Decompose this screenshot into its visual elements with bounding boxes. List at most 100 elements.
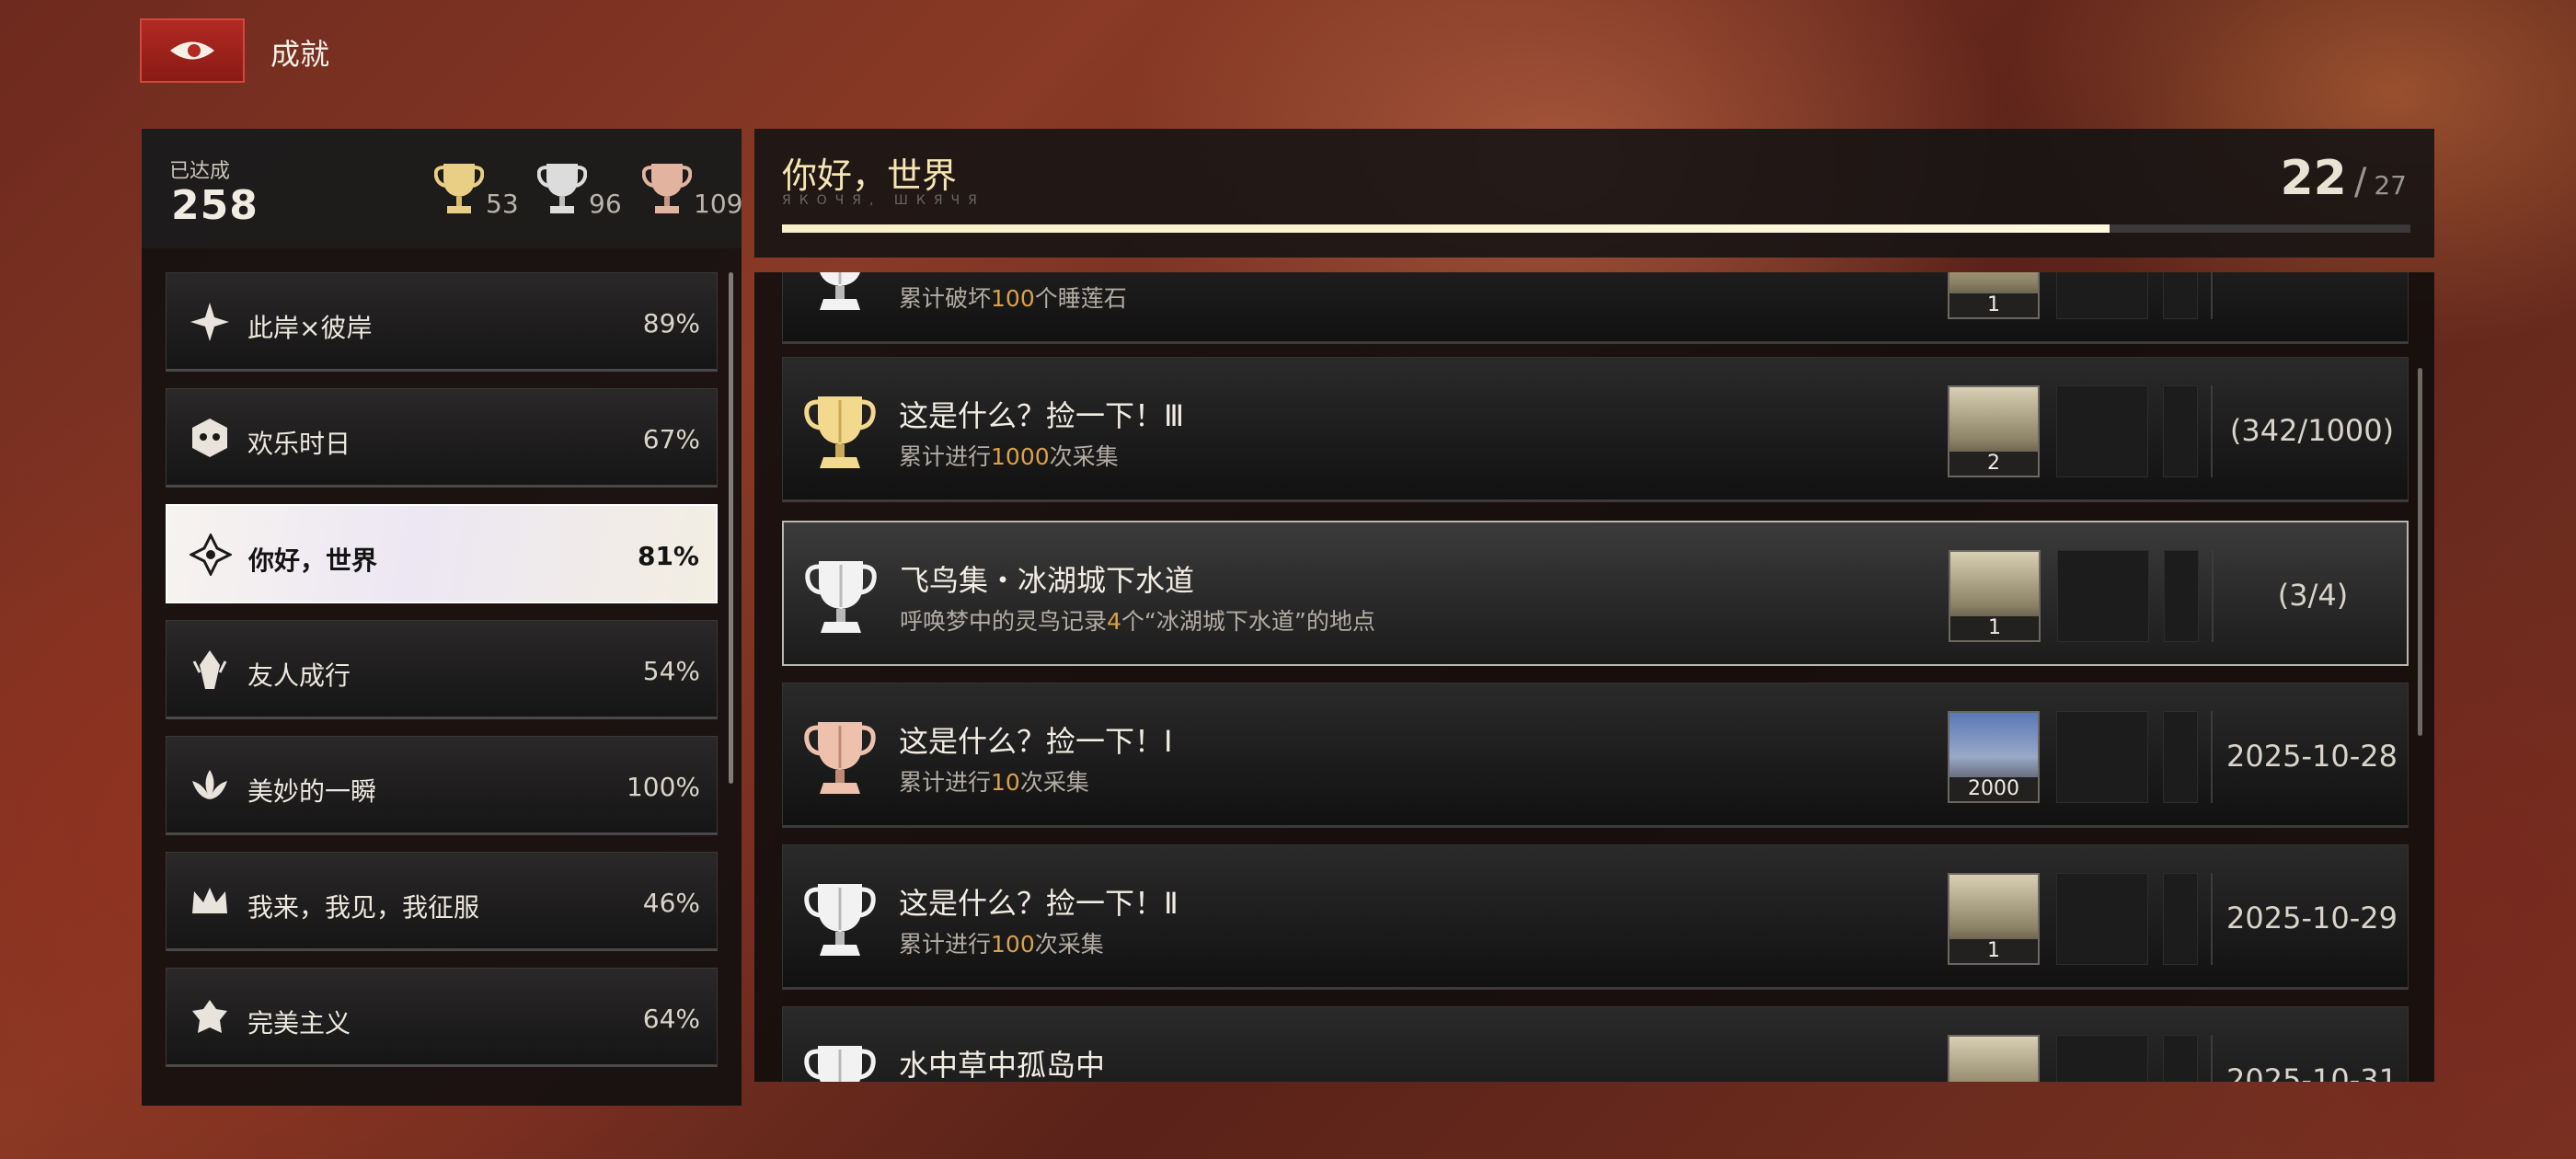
divider: [2211, 385, 2213, 477]
silver-trophy-icon: [804, 884, 876, 956]
category-label: 友人成行: [247, 660, 351, 691]
bronze-count: 109: [694, 189, 743, 219]
completion-date: 2025-10-31: [2226, 1062, 2398, 1082]
silver-trophy-icon: [820, 272, 860, 310]
achievement-title: 这是什么？捡一下！Ⅱ: [899, 886, 1179, 921]
achievement-scrollbar[interactable]: [2418, 368, 2422, 736]
achievement-row[interactable]: 这是什么？捡一下！Ⅱ 累计进行100次采集 1 2025-10-29: [782, 844, 2409, 990]
empty-reward-slot: [2056, 711, 2148, 803]
divider: [2212, 550, 2214, 642]
category-label: 完美主义: [247, 1008, 351, 1039]
achievement-row[interactable]: 水中草中孤岛中 2025-10-31: [782, 1006, 2409, 1082]
silver-trophy-icon: [805, 561, 877, 633]
empty-reward-slot: [2056, 1035, 2148, 1082]
category-percent: 100%: [626, 772, 700, 802]
achievement-row[interactable]: 这是什么？捡一下！Ⅰ 累计进行10次采集 2000 2025-10-28: [782, 683, 2409, 828]
reward-item[interactable]: 1: [1948, 272, 2040, 319]
divider: [2211, 873, 2213, 965]
category-label: 我来，我见，我征服: [247, 892, 480, 923]
reward-item[interactable]: 1: [1948, 873, 2040, 965]
summary-label: 已达成: [169, 160, 231, 183]
category-item[interactable]: 完美主义 64%: [166, 968, 718, 1067]
count-separator: /: [2353, 161, 2367, 203]
empty-reward-slot: [2056, 385, 2148, 477]
empty-reward-slot: [2163, 272, 2198, 319]
achievement-desc: 累计破坏100个睡莲石: [899, 285, 1127, 312]
category-subtitle: ЯКОЧЯ, ШКЯЧЯ: [782, 193, 985, 208]
achievement-title: 这是什么？捡一下！Ⅲ: [899, 398, 1185, 433]
category-percent: 89%: [642, 308, 700, 339]
reward-item[interactable]: [1948, 1035, 2040, 1082]
divider: [2211, 272, 2213, 319]
silver-count: 96: [589, 189, 622, 219]
category-item[interactable]: 此岸×彼岸 89%: [166, 272, 718, 372]
bronze-trophy-icon: [804, 722, 876, 794]
completion-count: 22 / 27: [2281, 151, 2408, 206]
divider: [2211, 711, 2213, 803]
empty-reward-slot: [2163, 873, 2198, 965]
category-label: 你好，世界: [248, 545, 378, 576]
reward-quantity: 2: [1949, 452, 2038, 476]
emblem-icon: [187, 994, 233, 1040]
achievement-row[interactable]: 累计破坏100个睡莲石 1: [782, 272, 2409, 344]
category-item[interactable]: 我来，我见，我征服 46%: [166, 852, 718, 951]
reward-item[interactable]: 2: [1948, 385, 2040, 477]
achievement-title: 这是什么？捡一下！Ⅰ: [899, 724, 1173, 759]
achievement-desc: 累计进行10次采集: [899, 769, 1089, 796]
mask-icon: [187, 415, 233, 461]
reward-quantity: 2000: [1949, 777, 2038, 801]
bronze-trophy-icon: [642, 164, 692, 213]
reward-item[interactable]: 1: [1949, 550, 2041, 642]
category-item-active[interactable]: 你好，世界 81%: [166, 504, 718, 603]
total-count: 27: [2374, 170, 2407, 201]
achievement-progress: (3/4): [2277, 578, 2349, 613]
gold-trophy-count: 53: [434, 160, 519, 219]
gold-trophy-icon: [804, 396, 876, 468]
completion-date: 2025-10-29: [2226, 901, 2398, 935]
achievement-row-selected[interactable]: 飞鸟集・冰湖城下水道 呼唤梦中的灵鸟记录4个“冰湖城下水道”的地点 1 (3/4…: [782, 521, 2409, 666]
gold-count: 53: [486, 189, 519, 219]
category-percent: 54%: [642, 656, 700, 686]
category-label: 此岸×彼岸: [247, 313, 373, 343]
completed-count: 22: [2280, 151, 2347, 206]
empty-reward-slot: [2163, 711, 2198, 803]
category-item[interactable]: 欢乐时日 67%: [166, 388, 718, 488]
page-title: 成就: [270, 37, 330, 72]
category-item[interactable]: 友人成行 54%: [166, 620, 718, 719]
empty-reward-slot: [2163, 1035, 2198, 1082]
lotus-icon: [187, 763, 233, 809]
crystal-icon: [187, 647, 233, 693]
category-percent: 81%: [637, 541, 699, 571]
divider: [2211, 1035, 2213, 1082]
category-percent: 46%: [642, 888, 700, 918]
sparkle-icon: [187, 299, 233, 345]
silver-trophy-count: 96: [537, 160, 622, 219]
category-scrollbar[interactable]: [729, 272, 733, 784]
empty-reward-slot: [2056, 272, 2148, 319]
empty-reward-slot: [2164, 550, 2199, 642]
empty-reward-slot: [2056, 873, 2148, 965]
empty-reward-slot: [2163, 385, 2198, 477]
achievement-desc: 累计进行100次采集: [899, 931, 1104, 958]
progress-bar: [782, 224, 2410, 233]
category-panel: 已达成 258 53 96 109 此岸×彼岸 89% 欢乐时日 67% 你好，…: [142, 129, 742, 1106]
achievement-list: 累计破坏100个睡莲石 1 这是什么？捡一下！Ⅲ 累计进行1000次采集 2 (…: [754, 272, 2434, 1082]
empty-reward-slot: [2057, 550, 2149, 642]
gold-trophy-icon: [434, 164, 484, 213]
category-item[interactable]: 美妙的一瞬 100%: [166, 736, 718, 835]
achievement-progress: (342/1000): [2229, 413, 2395, 448]
compass-icon: [188, 532, 234, 578]
category-title: 你好，世界: [782, 155, 958, 196]
achievement-title: 水中草中孤岛中: [899, 1048, 1106, 1082]
summary-total: 258: [171, 182, 259, 229]
back-arrow-icon: [170, 41, 214, 60]
achievement-desc: 累计进行1000次采集: [899, 443, 1119, 470]
category-percent: 64%: [642, 1004, 700, 1034]
achievement-row[interactable]: 这是什么？捡一下！Ⅲ 累计进行1000次采集 2 (342/1000): [782, 357, 2409, 502]
reward-coin[interactable]: 2000: [1948, 711, 2040, 803]
silver-trophy-icon: [804, 1046, 876, 1082]
category-label: 欢乐时日: [247, 429, 351, 459]
back-button[interactable]: [140, 18, 245, 83]
category-label: 美妙的一瞬: [247, 776, 377, 807]
progress-fill: [782, 224, 2110, 233]
